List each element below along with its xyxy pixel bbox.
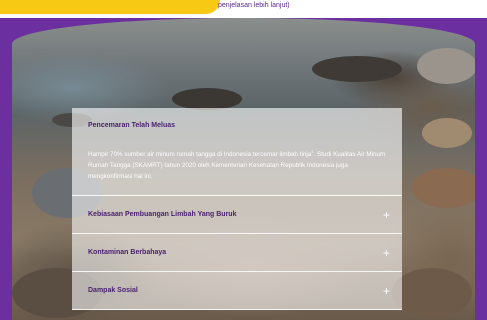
- accordion-item-kontaminan[interactable]: Kontaminan Berbahaya +: [72, 234, 402, 272]
- plus-icon[interactable]: +: [383, 208, 390, 222]
- accordion-title: Dampak Sosial: [88, 287, 138, 294]
- rock-shape: [412, 168, 475, 208]
- rock-shape: [422, 118, 472, 148]
- top-banner: penjelasan lebih lanjut): [0, 0, 487, 18]
- accordion-title: Pencemaran Telah Meluas: [88, 122, 176, 129]
- rock-shape: [312, 56, 402, 82]
- accordion: Pencemaran Telah Meluas Hampir 70% sumbe…: [72, 108, 402, 310]
- accordion-title: Kebiasaan Pembuangan Limbah Yang Buruk: [88, 211, 237, 218]
- accordion-item-dampak-sosial[interactable]: Dampak Sosial +: [72, 272, 402, 310]
- rock-shape: [392, 268, 472, 318]
- plus-icon[interactable]: +: [383, 246, 390, 260]
- accordion-title: Kontaminan Berbahaya: [88, 249, 167, 256]
- accordion-body: Hampir 70% sumber air minum rumah tangga…: [88, 149, 386, 181]
- accordion-item-kebiasaan[interactable]: Kebiasaan Pembuangan Limbah Yang Buruk +: [72, 196, 402, 234]
- banner-text: penjelasan lebih lanjut): [218, 2, 290, 9]
- plus-icon[interactable]: +: [383, 284, 390, 298]
- accordion-item-pencemaran[interactable]: Pencemaran Telah Meluas Hampir 70% sumbe…: [72, 108, 402, 196]
- yellow-pill-button[interactable]: [0, 0, 220, 14]
- rock-shape: [172, 88, 242, 110]
- rock-shape: [417, 48, 475, 84]
